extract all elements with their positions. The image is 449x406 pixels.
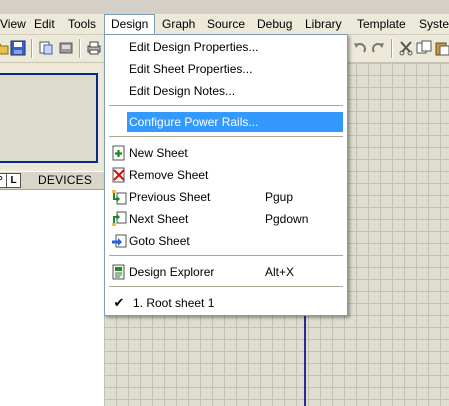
- toolbar-separator: [79, 39, 81, 58]
- redo-icon[interactable]: [370, 40, 386, 56]
- goto-sheet-icon: [112, 234, 127, 248]
- design-dropdown-menu: Edit Design Properties... Edit Sheet Pro…: [104, 34, 348, 316]
- menu-template[interactable]: Template: [351, 15, 412, 33]
- import-icon[interactable]: [38, 40, 54, 56]
- open-icon[interactable]: [0, 40, 10, 56]
- menu-edit[interactable]: Edit: [28, 15, 61, 33]
- remove-sheet-icon: [112, 167, 125, 183]
- menu-item-goto-sheet[interactable]: Goto Sheet: [107, 231, 345, 251]
- menu-item-label: Edit Design Properties...: [129, 40, 259, 54]
- menu-item-label: New Sheet: [129, 146, 188, 160]
- menu-debug[interactable]: Debug: [251, 15, 298, 33]
- menu-item-next-sheet[interactable]: Next Sheet Pgdown: [107, 209, 345, 229]
- paste-icon[interactable]: [434, 40, 449, 56]
- new-sheet-icon: [112, 145, 125, 161]
- export-icon[interactable]: [58, 40, 74, 56]
- menu-item-shortcut: Pgup: [265, 190, 294, 204]
- menu-item-edit-sheet-properties[interactable]: Edit Sheet Properties...: [107, 59, 345, 79]
- sheet-border-line: [304, 310, 306, 406]
- menu-item-root-sheet-1[interactable]: ✔ 1. Root sheet 1: [107, 293, 345, 313]
- menu-item-remove-sheet[interactable]: Remove Sheet: [107, 165, 345, 185]
- menu-separator: [109, 286, 343, 287]
- menu-item-shortcut: Alt+X: [265, 265, 295, 279]
- menu-item-edit-design-properties[interactable]: Edit Design Properties...: [107, 37, 345, 57]
- menu-item-label: Goto Sheet: [129, 234, 190, 248]
- menu-separator: [109, 136, 343, 137]
- menu-separator: [109, 255, 343, 256]
- menu-separator: [109, 105, 343, 106]
- menu-item-label: Design Explorer: [129, 265, 215, 279]
- toolbar-separator: [31, 39, 33, 58]
- menu-item-label: Next Sheet: [129, 212, 189, 226]
- menu-item-design-explorer[interactable]: Design Explorer Alt+X: [107, 262, 345, 282]
- menu-item-label: Configure Power Rails...: [129, 115, 259, 129]
- menu-tools[interactable]: Tools: [62, 15, 102, 33]
- menu-bar: View Edit Tools Design Graph Source Debu…: [0, 14, 449, 35]
- next-sheet-icon: [112, 211, 127, 226]
- menu-item-new-sheet[interactable]: New Sheet: [107, 143, 345, 163]
- print-icon[interactable]: [86, 40, 102, 56]
- save-icon[interactable]: [10, 40, 26, 56]
- menu-item-label: Edit Sheet Properties...: [129, 62, 253, 76]
- title-bar-strip: [0, 0, 449, 14]
- check-icon: ✔: [113, 295, 125, 310]
- overview-preview[interactable]: [0, 73, 98, 163]
- copy-icon[interactable]: [416, 40, 432, 56]
- devices-list[interactable]: [0, 190, 104, 406]
- menu-graph[interactable]: Graph: [156, 15, 201, 33]
- menu-item-previous-sheet[interactable]: Previous Sheet Pgup: [107, 187, 345, 207]
- toolbar-separator: [391, 39, 393, 58]
- menu-source[interactable]: Source: [201, 15, 251, 33]
- menu-item-label: Edit Design Notes...: [129, 84, 236, 98]
- menu-item-label: Previous Sheet: [129, 190, 211, 204]
- menu-item-edit-design-notes[interactable]: Edit Design Notes...: [107, 81, 345, 101]
- menu-item-label: 1. Root sheet 1: [133, 296, 215, 310]
- library-manager-button[interactable]: L: [6, 173, 21, 188]
- previous-sheet-icon: [112, 190, 127, 205]
- cut-icon[interactable]: [398, 40, 414, 56]
- menu-item-configure-power-rails[interactable]: Configure Power Rails...: [127, 112, 343, 132]
- menu-item-label: Remove Sheet: [129, 168, 209, 182]
- undo-icon[interactable]: [352, 40, 368, 56]
- menu-system[interactable]: System: [413, 15, 449, 33]
- devices-title: DEVICES: [38, 173, 93, 187]
- devices-header: P L DEVICES: [0, 171, 104, 190]
- design-explorer-icon: [112, 264, 125, 280]
- menu-item-shortcut: Pgdown: [265, 212, 309, 226]
- menu-design[interactable]: Design: [104, 14, 156, 34]
- menu-library[interactable]: Library: [299, 15, 348, 33]
